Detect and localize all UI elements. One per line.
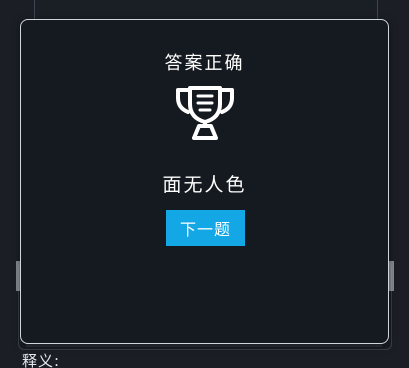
answer-text: 面无人色 <box>162 174 247 196</box>
dialog-title: 答案正确 <box>164 53 245 74</box>
result-dialog: 答案正确 面无人色 下一题 <box>20 19 389 344</box>
definition-label: 释义: <box>22 352 61 368</box>
background-divider <box>26 344 382 347</box>
next-question-button[interactable]: 下一题 <box>166 210 245 246</box>
quiz-screen: 释义: 答案正确 面无人色 下一题 <box>0 0 409 368</box>
trophy-icon <box>176 86 234 140</box>
